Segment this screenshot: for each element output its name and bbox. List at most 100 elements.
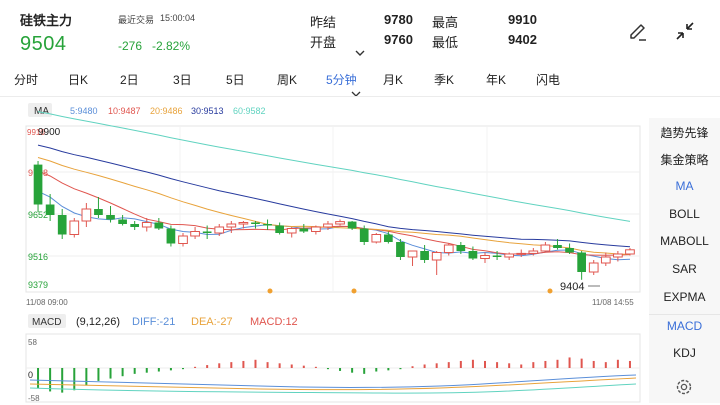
settings-gear-icon[interactable]	[674, 377, 694, 397]
high-value: 9910	[508, 12, 537, 27]
tab-month-k[interactable]: 月K	[383, 66, 403, 94]
candle-body	[625, 249, 635, 255]
price-change: -276	[118, 39, 143, 53]
macd-bar	[182, 368, 184, 370]
macd-bar	[399, 368, 402, 370]
macd-bar	[508, 363, 511, 368]
candle-body	[226, 223, 237, 228]
candle-body	[600, 256, 611, 264]
candle-body	[577, 252, 586, 272]
candle-body	[516, 252, 527, 255]
contract-name: 硅铁主力	[20, 13, 73, 28]
candle-body	[468, 251, 478, 259]
ma-lines	[37, 111, 631, 261]
open-label: 开盘	[310, 35, 337, 50]
ma-badge[interactable]: MA	[34, 106, 49, 117]
candle-body	[335, 221, 345, 225]
candles-group	[33, 161, 635, 280]
macd-bar	[375, 368, 378, 372]
indicator-expma[interactable]: EXPMA	[649, 290, 720, 304]
macd-bar	[37, 368, 40, 389]
tab-5day[interactable]: 5日	[226, 66, 245, 94]
candle-body	[45, 204, 55, 215]
macd-axis-bottom: -58	[28, 394, 40, 403]
tab-timeshare[interactable]: 分时	[14, 66, 38, 94]
candle-body	[456, 245, 466, 251]
draw-pen-icon[interactable]	[627, 21, 649, 43]
candle-body	[540, 244, 551, 252]
event-dot[interactable]	[267, 288, 273, 294]
tab-2day[interactable]: 2日	[120, 66, 139, 94]
candle-body	[178, 235, 188, 244]
macd-bar	[411, 366, 414, 368]
macd-bar	[230, 362, 233, 368]
shrink-icon[interactable]	[674, 20, 696, 42]
last-trade-label: 最近交易	[118, 15, 155, 25]
tab-5min[interactable]: 5分钟	[326, 66, 357, 94]
event-dot[interactable]	[351, 288, 357, 294]
indicator-maboll[interactable]: MABOLL	[649, 234, 720, 248]
candle-body	[323, 223, 333, 228]
candle-body	[190, 231, 200, 237]
ma30-legend: 30:9513	[191, 106, 224, 116]
macd-bar	[580, 358, 583, 368]
candlestick-chart[interactable]: MA 5:9480 10:9487 20:9486 30:9513 60:958…	[0, 100, 648, 312]
indicator-macd[interactable]: MACD	[649, 319, 720, 333]
prev-close-label: 昨结	[310, 15, 337, 30]
macd-bar	[435, 363, 438, 368]
candle-body	[431, 252, 442, 261]
macd-bar	[73, 368, 76, 391]
macd-value-label: MACD:12	[250, 316, 298, 328]
macd-diff-label: DIFF:-21	[132, 316, 175, 328]
candle-body	[81, 208, 92, 222]
macd-badge[interactable]: MACD	[32, 317, 61, 328]
quote-expand-chevron-icon[interactable]	[355, 50, 365, 58]
candle-body	[371, 234, 382, 243]
time-axis-end: 11/08 14:55	[592, 298, 634, 307]
candle-body	[166, 228, 176, 244]
ma30-line	[37, 144, 631, 248]
candle-body	[106, 215, 115, 220]
macd-bar	[85, 368, 88, 386]
macd-bar	[157, 368, 160, 372]
tab-quarter-k[interactable]: 季K	[434, 66, 454, 94]
candle-body	[613, 253, 623, 258]
macd-bar	[363, 368, 366, 374]
macd-bar	[169, 368, 172, 371]
indicator-ma[interactable]: MA	[649, 179, 720, 193]
ma5-legend: 5:9480	[70, 106, 98, 116]
open-value: 9760	[384, 32, 413, 47]
candle-body	[263, 224, 272, 226]
candle-body	[396, 242, 405, 257]
indicator-fund-strategy[interactable]: 集金策略	[649, 151, 720, 168]
indicator-panel: 趋势先锋 集金策略 MA BOLL MABOLL SAR EXPMA MACD …	[649, 118, 720, 403]
macd-chart[interactable]: MACD (9,12,26) DIFF:-21 DEA:-27 MACD:12 …	[0, 312, 648, 405]
tab-year-k[interactable]: 年K	[486, 66, 506, 94]
tab-flash[interactable]: 闪电	[536, 66, 560, 94]
indicator-divider	[649, 314, 720, 315]
candle-body	[492, 255, 502, 257]
tabs-divider	[0, 96, 720, 97]
axis-label-9379: 9379	[28, 280, 48, 290]
tab-day-k[interactable]: 日K	[68, 66, 88, 94]
indicator-trend-pioneer[interactable]: 趋势先锋	[649, 124, 720, 141]
candle-body	[202, 231, 212, 233]
candle-body	[275, 225, 284, 233]
tab-week-k[interactable]: 周K	[277, 66, 297, 94]
candle-body	[130, 224, 140, 227]
high-label: 最高	[432, 15, 459, 30]
candle-body	[286, 228, 297, 234]
macd-axis-top: 58	[28, 338, 37, 347]
indicator-kdj[interactable]: KDJ	[649, 346, 720, 360]
macd-bar	[592, 360, 595, 368]
indicator-sar[interactable]: SAR	[649, 262, 720, 276]
ma60-line	[37, 111, 631, 222]
candle-body	[504, 253, 515, 258]
indicator-boll[interactable]: BOLL	[649, 207, 720, 221]
candle-body	[118, 219, 127, 224]
macd-bar	[532, 362, 535, 368]
tab-3day[interactable]: 3日	[173, 66, 192, 94]
macd-bar	[351, 368, 354, 373]
event-dot[interactable]	[547, 288, 553, 294]
macd-bar	[266, 362, 269, 368]
